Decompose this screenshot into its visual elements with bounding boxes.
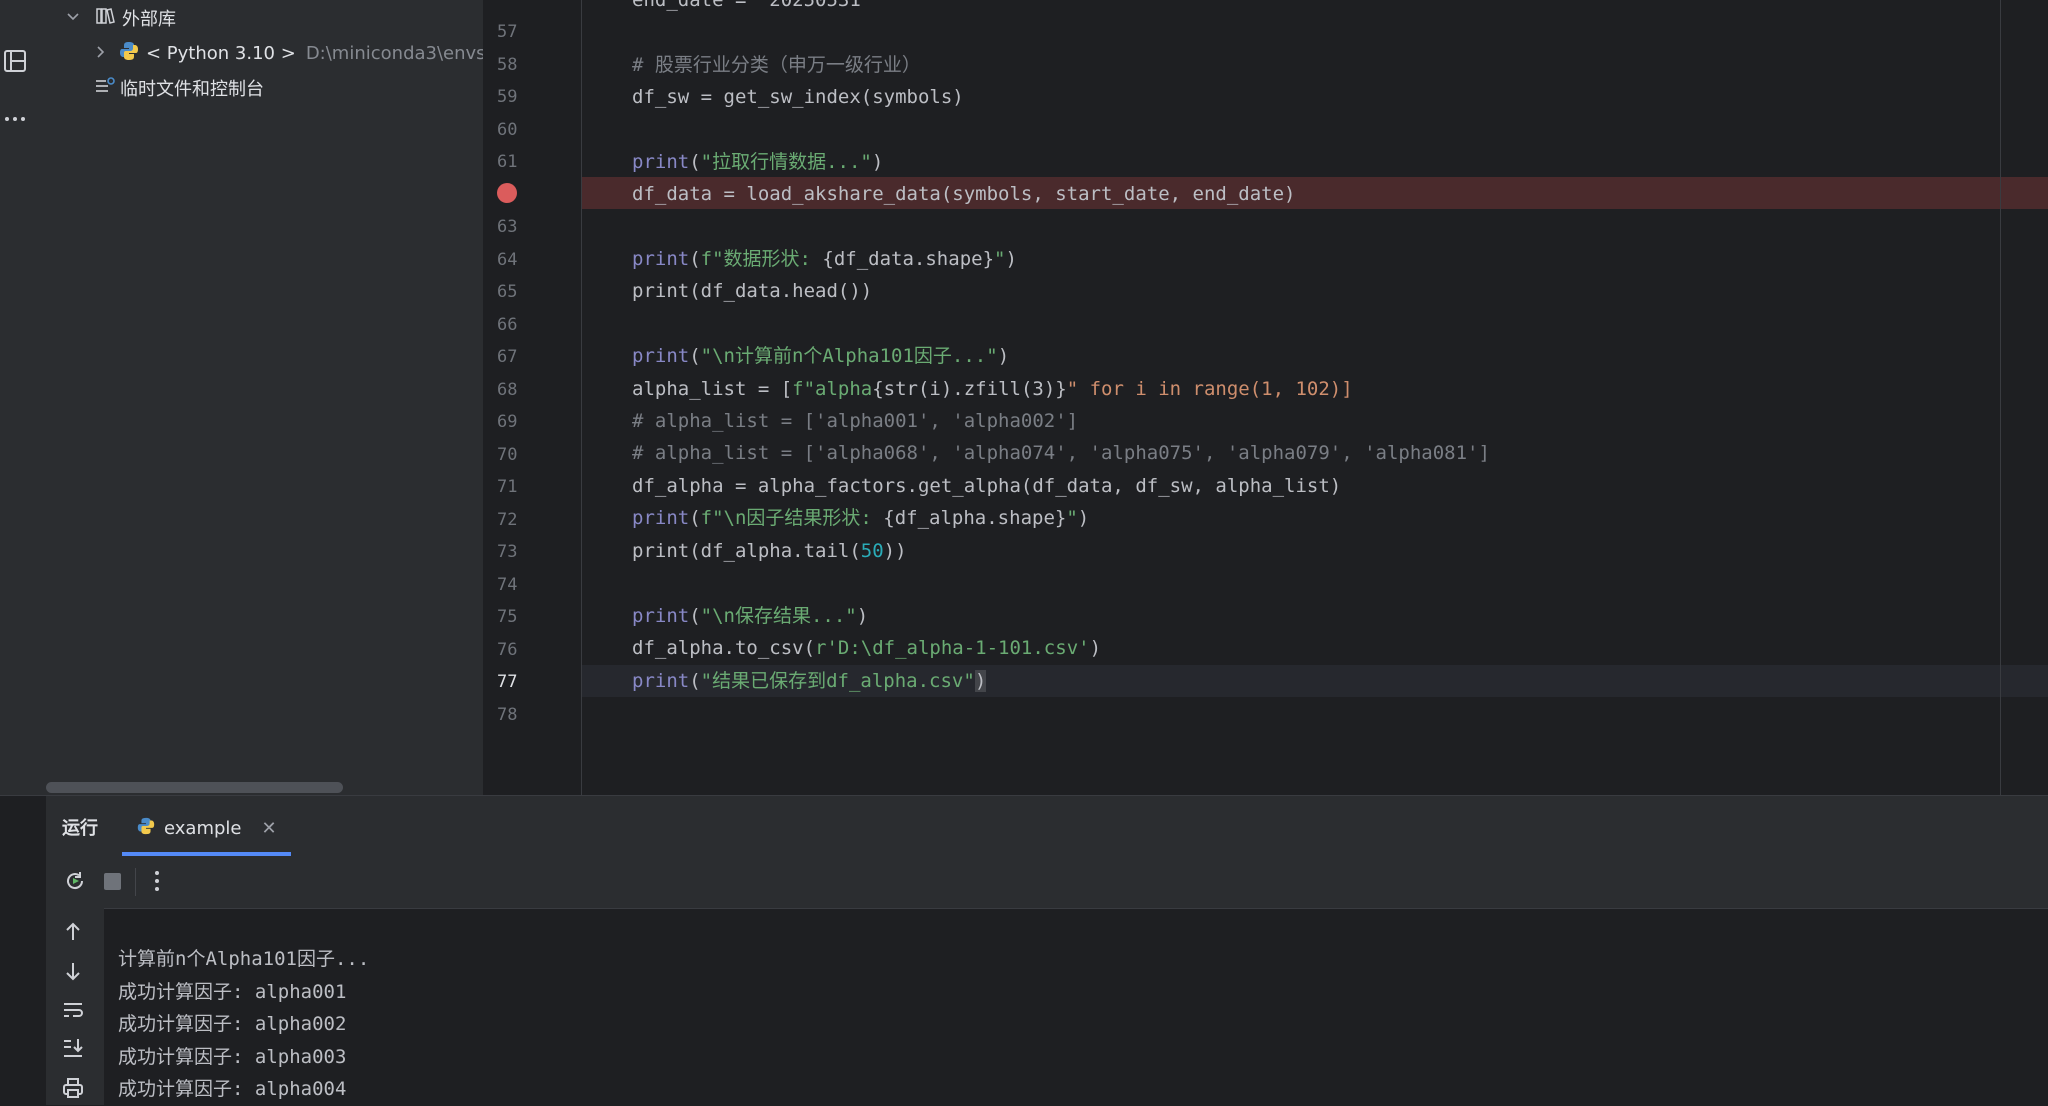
- code-line-75: print("\n保存结果..."): [632, 605, 869, 627]
- code-line-68: alpha_list = [f"alpha{str(i).zfill(3)}" …: [632, 378, 1353, 400]
- line-number: 66: [497, 315, 518, 335]
- project-panel: 外部库 < Python 3.10 > D:\miniconda3\envs\p…: [46, 0, 503, 795]
- rerun-icon[interactable]: [63, 869, 87, 897]
- code-token: "拉取行情数据...": [700, 151, 872, 173]
- python-icon: [136, 816, 156, 840]
- code-line-61: print("拉取行情数据..."): [632, 151, 884, 173]
- console-output-line: 计算前n个Alpha101因子...: [118, 948, 370, 970]
- code-line-56: end_date = '20250531': [632, 0, 873, 11]
- code-token: print: [632, 151, 690, 173]
- interpreter-label: < Python 3.10 >: [146, 42, 296, 64]
- code-line-76: df_alpha.to_csv(r'D:\df_alpha-1-101.csv'…: [632, 637, 1102, 659]
- line-number: 78: [497, 705, 518, 725]
- tree-item-label: 外部库: [122, 9, 176, 30]
- more-options-icon[interactable]: [153, 867, 161, 899]
- right-margin-guide: [2000, 0, 2001, 795]
- toolbar-divider: [135, 868, 136, 896]
- code-line-69: # alpha_list = ['alpha001', 'alpha002']: [632, 410, 1079, 432]
- more-tools-icon[interactable]: [0, 104, 30, 134]
- scratches-icon: [94, 76, 120, 101]
- line-number: 74: [497, 575, 518, 595]
- code-token: {df_data.shape}: [822, 248, 995, 270]
- arrow-down-icon[interactable]: [62, 959, 84, 987]
- run-panel-header: 运行 example ✕: [46, 796, 2048, 856]
- tree-item-external-libraries[interactable]: 外部库: [66, 2, 176, 34]
- line-number: 63: [497, 217, 518, 237]
- line-number: 57: [497, 22, 518, 42]
- code-line-71: df_alpha = alpha_factors.get_alpha(df_da…: [632, 475, 1342, 497]
- run-toolbar: [46, 856, 2048, 909]
- breakpoint-icon[interactable]: [497, 183, 517, 203]
- run-side-toolbar: [46, 908, 104, 1105]
- soft-wrap-icon[interactable]: [61, 998, 85, 1026]
- tab-label: example: [164, 817, 242, 839]
- python-icon: [118, 40, 146, 67]
- console-output-line: 成功计算因子: alpha003: [118, 1046, 347, 1068]
- run-panel-title: 运行: [62, 818, 98, 839]
- line-number: 60: [497, 120, 518, 140]
- interpreter-path: D:\miniconda3\envs\p: [305, 42, 504, 64]
- code-line-72: print(f"\n因子结果形状: {df_alpha.shape}"): [632, 507, 1090, 529]
- code-line-65: print(df_data.head()): [632, 280, 873, 302]
- code-line-77: print("结果已保存到df_alpha.csv"): [632, 670, 987, 692]
- editor-gutter[interactable]: 56 57 58 59 60 61 63 64 65 66 67 68 69 7…: [483, 0, 582, 795]
- tree-item-python-interpreter[interactable]: < Python 3.10 > D:\miniconda3\envs\p: [94, 37, 503, 69]
- code-line-59: df_sw = get_sw_index(symbols): [632, 86, 964, 108]
- chevron-right-icon[interactable]: [94, 43, 118, 64]
- code-line-58: # 股票行业分类（申万一级行业）: [632, 54, 921, 76]
- scroll-to-end-icon[interactable]: [61, 1036, 85, 1064]
- chevron-down-icon[interactable]: [66, 8, 88, 29]
- close-icon[interactable]: ✕: [261, 818, 276, 839]
- project-structure-icon[interactable]: [0, 46, 30, 76]
- tree-item-label: 临时文件和控制台: [120, 79, 264, 100]
- code-line-64: print(f"数据形状: {df_data.shape}"): [632, 248, 1017, 270]
- console-output-line: 成功计算因子: alpha004: [118, 1078, 347, 1100]
- console-output-line: 成功计算因子: alpha001: [118, 981, 347, 1003]
- code-line-62: df_data = load_akshare_data(symbols, sta…: [632, 183, 1296, 205]
- code-token: f"数据形状:: [700, 248, 823, 270]
- code-line-67: print("\n计算前n个Alpha101因子..."): [632, 345, 1010, 367]
- code-token: "\n计算前n个Alpha101因子...": [700, 345, 998, 367]
- code-token: print: [632, 248, 690, 270]
- arrow-up-icon[interactable]: [62, 920, 84, 948]
- horizontal-scrollbar[interactable]: [46, 782, 343, 793]
- code-line-73: print(df_alpha.tail(50)): [632, 540, 907, 562]
- tree-item-scratches[interactable]: 临时文件和控制台: [94, 72, 264, 104]
- library-icon: [96, 7, 122, 30]
- console-output-line: 成功计算因子: alpha002: [118, 1013, 347, 1035]
- stop-icon[interactable]: [104, 873, 121, 890]
- tab-example[interactable]: example ✕: [122, 804, 291, 856]
- print-icon[interactable]: [61, 1076, 85, 1104]
- code-token: print: [632, 345, 690, 367]
- code-line-70: # alpha_list = ['alpha068', 'alpha074', …: [632, 442, 1490, 464]
